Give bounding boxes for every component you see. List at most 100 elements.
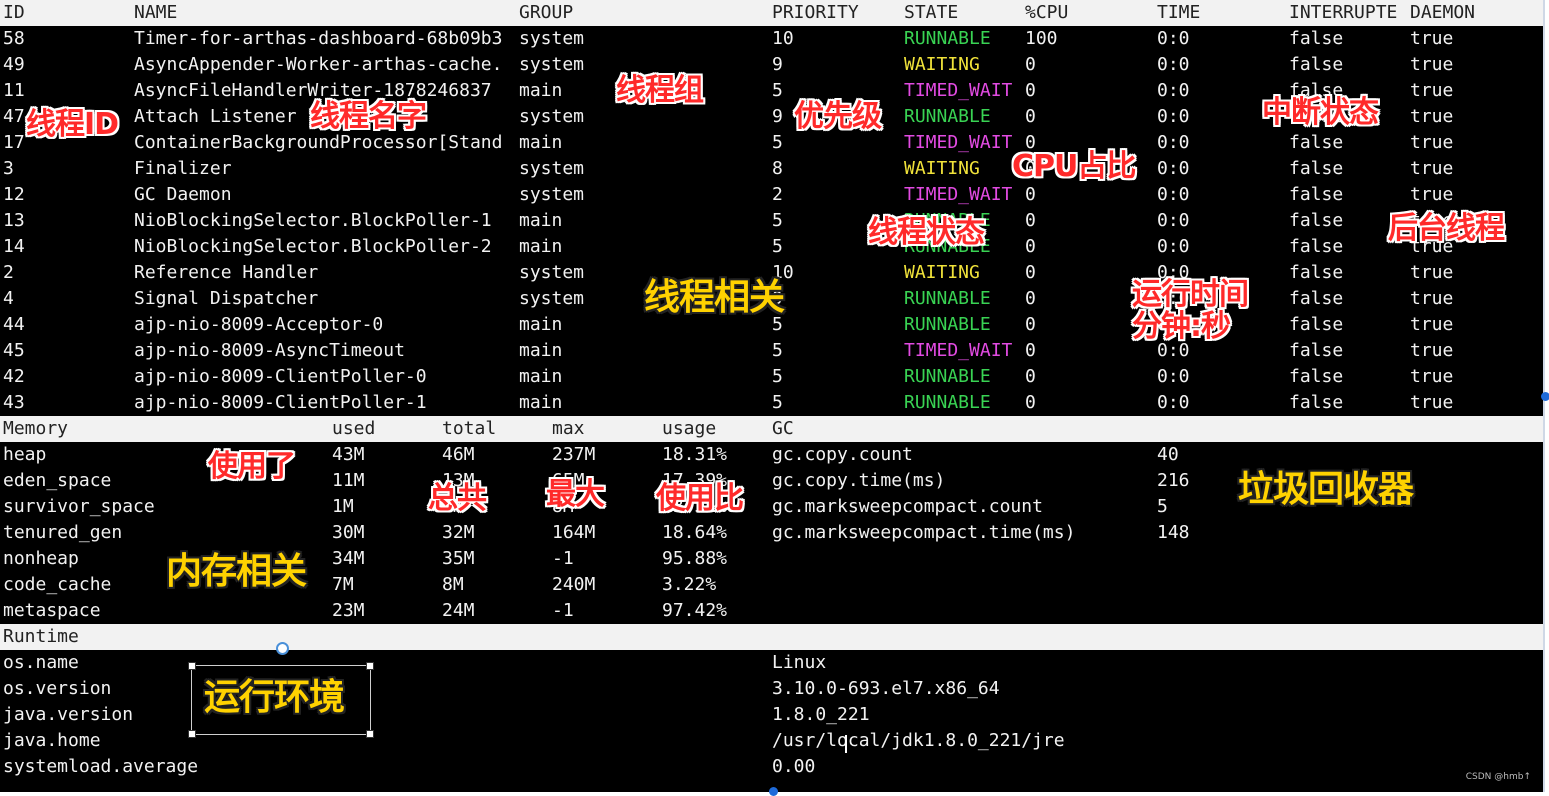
thread-interrupted: false <box>1289 366 1344 387</box>
thread-interrupted: false <box>1289 236 1344 257</box>
thread-group: system <box>519 106 585 127</box>
thread-id: 3 <box>3 158 14 179</box>
memory-name: metaspace <box>3 600 101 621</box>
annotation-interrupt-state: 中断状态 <box>1262 95 1379 130</box>
runtime-value: /usr/local/jdk1.8.0_221/jre <box>772 730 1065 751</box>
runtime-row: systemload.average 0.00 <box>0 754 1543 780</box>
thread-priority: 5 <box>772 80 783 101</box>
thread-priority: 8 <box>772 158 783 179</box>
thread-time: 0:0 <box>1157 366 1190 387</box>
gc-value: 5 <box>1157 496 1168 517</box>
thread-group: system <box>519 288 585 309</box>
col-daemon: DAEMON <box>1410 2 1476 23</box>
thread-group: system <box>519 158 585 179</box>
memory-total: 8M <box>442 574 464 595</box>
rotate-handle[interactable] <box>276 642 289 655</box>
thread-daemon: true <box>1410 340 1454 361</box>
thread-time: 0:0 <box>1157 28 1190 49</box>
thread-id: 44 <box>3 314 25 335</box>
memory-usage: 97.42% <box>662 600 728 621</box>
thread-priority: 5 <box>772 210 783 231</box>
thread-time: 0:0 <box>1157 80 1190 101</box>
col-max: max <box>552 418 585 439</box>
thread-name: AsyncAppender-Worker-arthas-cache. <box>134 54 503 75</box>
memory-used: 34M <box>332 548 365 569</box>
thread-name: GC Daemon <box>134 184 232 205</box>
gc-name: gc.copy.count <box>772 444 913 465</box>
runtime-value: 0.00 <box>772 756 816 777</box>
memory-total: 32M <box>442 522 475 543</box>
gc-value: 40 <box>1157 444 1179 465</box>
thread-state: WAITING <box>904 262 980 283</box>
thread-time: 0:0 <box>1157 392 1190 413</box>
gc-name: gc.marksweepcompact.count <box>772 496 1043 517</box>
thread-group: main <box>519 314 563 335</box>
memory-row: tenured_gen 30M 32M 164M 18.64% gc.marks… <box>0 520 1543 546</box>
thread-interrupted: false <box>1289 28 1344 49</box>
thread-cpu: 0 <box>1025 288 1036 309</box>
thread-group: main <box>519 236 563 257</box>
memory-total: 46M <box>442 444 475 465</box>
annotation-runtime-env: 运行环境 <box>204 677 345 718</box>
thread-id: 17 <box>3 132 25 153</box>
resize-handle[interactable] <box>366 730 374 738</box>
thread-group: main <box>519 80 563 101</box>
col-memory: Memory <box>3 418 69 439</box>
col-name: NAME <box>134 2 178 23</box>
annotation-used: 使用了 <box>208 449 296 484</box>
thread-state: WAITING <box>904 158 980 179</box>
thread-group: main <box>519 340 563 361</box>
resize-handle[interactable] <box>188 662 196 670</box>
thread-interrupted: false <box>1289 288 1344 309</box>
thread-time: 0:0 <box>1157 236 1190 257</box>
resize-handle[interactable] <box>366 662 374 670</box>
thread-state: RUNNABLE <box>904 392 991 413</box>
annotation-thread-group: 线程组 <box>616 73 704 108</box>
thread-state: RUNNABLE <box>904 366 991 387</box>
col-cpu: %CPU <box>1025 2 1069 23</box>
thread-group: main <box>519 392 563 413</box>
thread-cpu: 0 <box>1025 54 1036 75</box>
thread-time: 0:0 <box>1157 158 1190 179</box>
runtime-key: java.version <box>3 704 134 725</box>
thread-cpu: 0 <box>1025 340 1036 361</box>
runtime-key: systemload.average <box>3 756 199 777</box>
thread-priority: 2 <box>772 184 783 205</box>
annotation-thread-related: 线程相关 <box>644 277 785 318</box>
thread-cpu: 0 <box>1025 262 1036 283</box>
runtime-value: 1.8.0_221 <box>772 704 870 725</box>
thread-priority: 5 <box>772 340 783 361</box>
memory-table-header: Memory used total max usage GC <box>0 416 1543 442</box>
thread-daemon: true <box>1410 132 1454 153</box>
thread-interrupted: false <box>1289 340 1344 361</box>
annotation-thread-id: 线程ID <box>26 107 119 142</box>
annotation-memory-related: 内存相关 <box>166 551 307 592</box>
memory-total: 24M <box>442 600 475 621</box>
memory-used: 23M <box>332 600 365 621</box>
annotation-daemon-thread: 后台线程 <box>1388 211 1505 246</box>
thread-cpu: 0 <box>1025 210 1036 231</box>
gc-value: 216 <box>1157 470 1190 491</box>
thread-cpu: 0 <box>1025 184 1036 205</box>
thread-state: RUNNABLE <box>904 28 991 49</box>
thread-daemon: true <box>1410 392 1454 413</box>
thread-id: 13 <box>3 210 25 231</box>
thread-interrupted: false <box>1289 262 1344 283</box>
thread-interrupted: false <box>1289 132 1344 153</box>
annotation-selection-box[interactable]: 运行环境 <box>188 662 374 738</box>
runtime-key: os.version <box>3 678 112 699</box>
thread-time: 0:0 <box>1157 106 1190 127</box>
thread-interrupted: false <box>1289 184 1344 205</box>
memory-used: 43M <box>332 444 365 465</box>
thread-state: TIMED_WAIT <box>904 80 1013 101</box>
thread-state: RUNNABLE <box>904 288 991 309</box>
resize-handle[interactable] <box>188 730 196 738</box>
memory-max: 240M <box>552 574 596 595</box>
thread-row: 17 ContainerBackgroundProcessor[Stand ma… <box>0 130 1543 156</box>
thread-cpu: 0 <box>1025 392 1036 413</box>
memory-name: eden_space <box>3 470 112 491</box>
thread-cpu: 0 <box>1025 106 1036 127</box>
terminal-window: ID NAME GROUP PRIORITY STATE %CPU TIME I… <box>0 0 1545 792</box>
memory-usage: 3.22% <box>662 574 717 595</box>
edge-resize-handle[interactable] <box>1541 392 1549 401</box>
